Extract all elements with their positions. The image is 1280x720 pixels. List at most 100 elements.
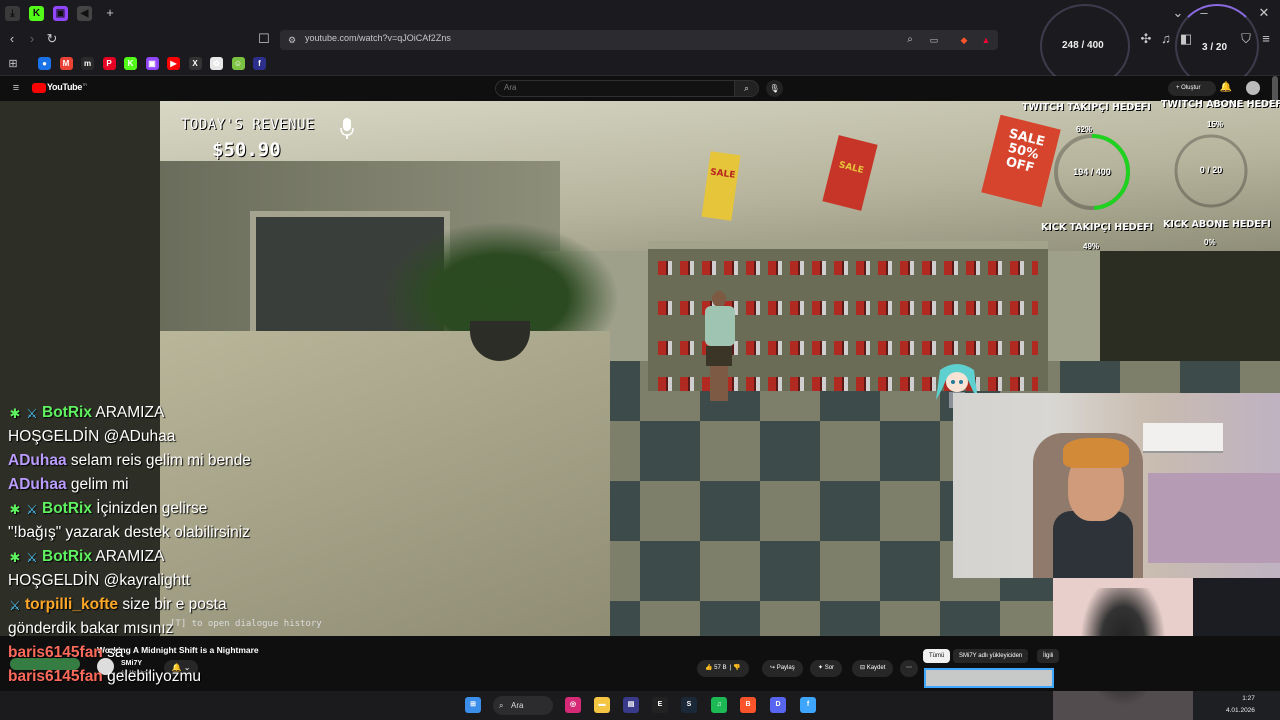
kick-icon[interactable]: K	[124, 57, 137, 70]
ask-button[interactable]: ✦ Sor	[810, 660, 843, 677]
forward-icon[interactable]: ›	[24, 31, 40, 47]
twitch-follow-goal-title: TWITCH TAKIPÇI HEDEFI	[1022, 102, 1151, 113]
chat-message: HOŞGELDİN @kayralightt	[8, 572, 190, 590]
chat-text: İçinizden gelirse	[91, 500, 208, 517]
taskbar-clock[interactable]: 1:27 4.01.2026	[1226, 693, 1255, 717]
hamburger-menu-icon[interactable]: ≡	[8, 80, 24, 96]
site-info-icon[interactable]: ⚙	[284, 32, 300, 48]
brave-icon[interactable]: B	[740, 697, 756, 713]
site-icon[interactable]: ☺	[231, 57, 245, 70]
pinterest-icon[interactable]: P	[102, 57, 116, 70]
new-tab-button[interactable]: +	[102, 5, 118, 21]
chat-text: selam reis gelim mi bende	[66, 452, 251, 469]
apps-grid-icon[interactable]: ⊞	[5, 56, 21, 72]
chat-text: ARAMIZA	[91, 404, 165, 421]
save-label: Kaydet	[866, 665, 886, 671]
chat-message: ✱ ⚔ BotRix İçinizden gelirse	[8, 500, 208, 518]
windows-start-icon[interactable]: ⊞	[465, 697, 481, 713]
chat-message: ADuhaa selam reis gelim mi bende	[8, 452, 251, 470]
instagram-icon[interactable]: ◎	[565, 697, 581, 713]
like-button[interactable]: 👍 57 B | 👎	[697, 660, 749, 677]
app-icon[interactable]: f	[800, 697, 816, 713]
youtube-logo-label: YouTube	[47, 82, 83, 92]
app-icon[interactable]: ▤	[623, 697, 639, 713]
url-field[interactable]: ⚙ youtube.com/watch?v=qJOiCAf2Zns ⌕ ▭ ◆ …	[280, 30, 998, 50]
spotify-icon[interactable]: ♫	[711, 697, 727, 713]
top-follow-count: 248 / 400	[1062, 40, 1104, 51]
gmail-icon[interactable]: M	[59, 57, 73, 70]
close-window-icon[interactable]: ✕	[1256, 5, 1272, 21]
site-icon[interactable]: f	[253, 57, 266, 70]
related-video-thumbnail[interactable]	[924, 668, 1054, 688]
chat-text: HOŞGELDİN @ADuhaa	[8, 428, 176, 445]
ask-label: Sor	[824, 665, 835, 671]
folder-icon[interactable]: ▬	[594, 697, 610, 713]
site-icon[interactable]: ✿	[210, 57, 223, 70]
kick-icon[interactable]: K	[29, 6, 44, 21]
zoom-icon[interactable]: ⌕	[902, 32, 918, 48]
twitch-sub-goal-title: TWITCH ABONE HEDEFI	[1161, 99, 1280, 110]
chip-all[interactable]: Tümü	[923, 649, 951, 663]
save-button[interactable]: ⊟ Kaydet	[852, 660, 894, 677]
verified-badge-icon: ✱	[9, 502, 21, 517]
taskbar-search[interactable]: ⌕ Ara	[493, 696, 553, 715]
share-button[interactable]: ↪ Paylaş	[762, 660, 803, 677]
voice-search-icon[interactable]: 🎙	[766, 80, 783, 97]
stream-chat-overlay: ✱ ⚔ BotRix ARAMIZA HOŞGELDİN @ADuhaa ADuhaa …	[8, 404, 368, 720]
chat-text: size bir e posta	[118, 596, 227, 613]
download-icon[interactable]: ⤓	[5, 6, 20, 21]
notifications-bell-icon[interactable]: 🔔	[1218, 80, 1234, 96]
epic-games-icon[interactable]: E	[652, 697, 668, 713]
site-icon[interactable]: m	[81, 57, 94, 70]
chip-related[interactable]: İlgili	[1037, 649, 1060, 663]
chat-message: HOŞGELDİN @ADuhaa	[8, 428, 175, 446]
twitch-icon[interactable]: ▣	[53, 6, 68, 21]
maps-icon[interactable]: ●	[38, 57, 51, 70]
revenue-value: $50.90	[212, 139, 281, 161]
chat-message: ⚔ torpilli_kofte size bir e posta	[8, 596, 227, 614]
clock-time: 1:27	[1242, 695, 1255, 702]
youtube-logo-text[interactable]: YouTubeTR	[47, 82, 87, 92]
bookmark-icon[interactable]: ☐	[256, 31, 272, 47]
microphone-icon	[340, 118, 354, 139]
chat-username: baris6145fan	[8, 668, 103, 685]
streamer-webcam	[953, 393, 1280, 578]
search-icon: ⌕	[499, 701, 504, 710]
kick-sub-goal-pct: 0%	[1204, 238, 1216, 247]
chat-username: torpilli_kofte	[25, 596, 119, 613]
url-text[interactable]: youtube.com/watch?v=qJOiCAf2Zns	[305, 33, 451, 43]
search-icon[interactable]: ⌕	[734, 80, 759, 97]
chat-text: HOŞGELDİN @kayralightt	[8, 572, 190, 589]
top-sub-count: 3 / 20	[1202, 42, 1228, 53]
back-icon[interactable]: ‹	[4, 31, 20, 47]
menu-icon[interactable]: ≡	[1258, 31, 1274, 47]
steam-icon[interactable]: S	[681, 697, 697, 713]
chip-from-uploader[interactable]: SMi7Y adlı yükleyiciden	[953, 649, 1029, 663]
chat-username: BotRix	[42, 548, 92, 565]
chat-message: baris6145fan sa	[8, 644, 123, 662]
verified-badge-icon: ✱	[9, 406, 21, 421]
moderator-sword-icon: ⚔	[26, 502, 38, 517]
twitch-icon[interactable]: ▣	[145, 57, 159, 70]
x-icon[interactable]: X	[188, 57, 202, 70]
brave-shield-icon[interactable]: ◆	[956, 32, 972, 48]
discord-icon[interactable]: D	[770, 697, 786, 713]
youtube-logo-icon[interactable]	[32, 83, 46, 93]
chat-username: BotRix	[42, 404, 92, 421]
youtube-icon[interactable]: ▶	[167, 57, 180, 70]
media-icon[interactable]: ♫	[1158, 31, 1174, 47]
kick-sub-goal-count: 0 / 20	[1199, 165, 1223, 175]
taskbar-search-label: Ara	[511, 701, 524, 710]
extensions-icon[interactable]: ✣	[1138, 31, 1154, 47]
youtube-search-input[interactable]: Ara	[495, 80, 735, 97]
cast-icon[interactable]: ▭	[926, 32, 942, 48]
audio-tab-icon[interactable]: ◀	[77, 6, 92, 21]
kick-follow-goal-title: KICK TAKIPÇI HEDEFI	[1041, 222, 1154, 233]
avatar[interactable]	[1246, 81, 1260, 95]
moderator-sword-icon: ⚔	[26, 406, 38, 421]
create-button[interactable]: + Oluştur	[1168, 81, 1216, 96]
brave-rewards-icon[interactable]: ▲	[978, 32, 994, 48]
chat-text: "!bağış" yazarak destek olabilirsiniz	[8, 524, 250, 541]
reload-icon[interactable]: ↻	[44, 31, 60, 47]
more-actions-button[interactable]: ⋯	[900, 660, 918, 677]
